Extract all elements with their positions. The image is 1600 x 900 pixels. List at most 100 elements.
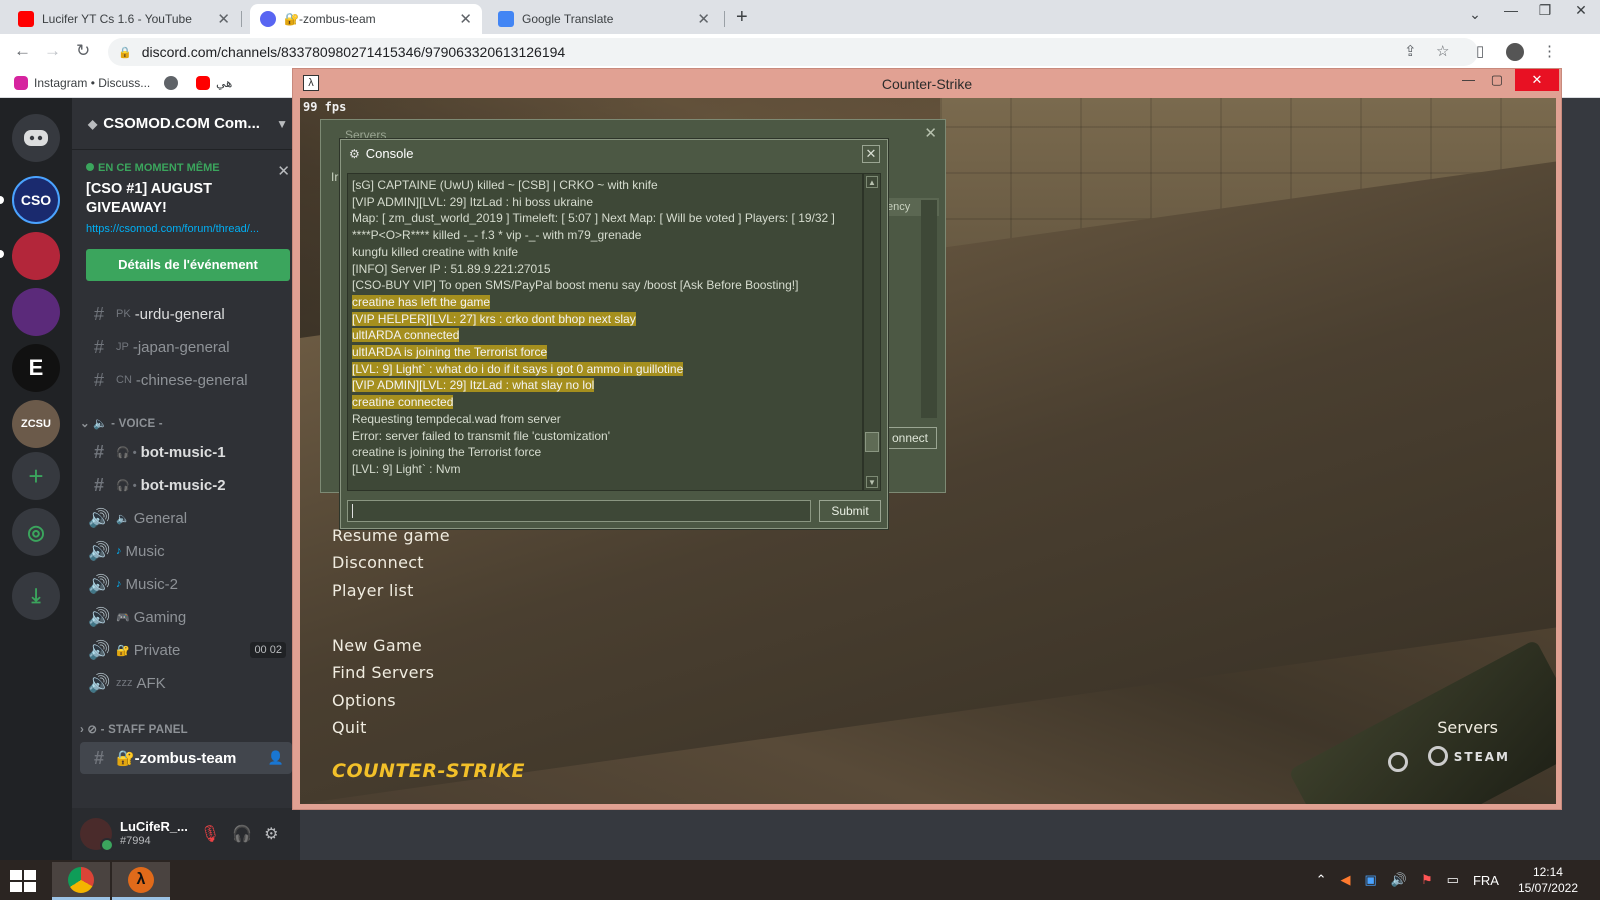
download-apps-icon[interactable]: ⤓	[12, 572, 60, 620]
tab-separator	[724, 11, 725, 27]
add-server-icon[interactable]: +	[12, 452, 60, 500]
tab-separator	[241, 11, 242, 27]
menu-player-list[interactable]: Player list	[332, 581, 414, 600]
menu-find-servers[interactable]: Find Servers	[332, 663, 434, 682]
close-icon[interactable]: ✕	[697, 10, 710, 28]
explore-compass-icon[interactable]: ◎	[12, 508, 60, 556]
close-icon[interactable]: ✕	[277, 162, 290, 180]
close-window-button[interactable]: ✕	[1566, 2, 1596, 19]
new-tab-button[interactable]: +	[736, 6, 748, 29]
side-panel-icon[interactable]: ▯	[1476, 42, 1484, 60]
headphones-icon[interactable]: 🎧	[232, 824, 252, 844]
tab-google-translate[interactable]: Google Translate ✕	[488, 4, 720, 34]
bookmark-instagram[interactable]: Instagram • Discuss...	[14, 76, 150, 90]
servers-tab[interactable]: Ir	[331, 170, 338, 184]
scroll-down-icon[interactable]: ▼	[866, 476, 878, 488]
knife-viewmodel	[1288, 639, 1556, 804]
close-icon[interactable]: ✕	[459, 10, 472, 28]
voice-channel-gaming[interactable]: 🔊 🎮 Gaming	[80, 601, 292, 633]
gear-icon[interactable]: ⚙	[264, 824, 278, 844]
close-window-button[interactable]: ✕	[1515, 69, 1559, 91]
menu-disconnect[interactable]: Disconnect	[332, 553, 424, 572]
minimize-button[interactable]: —	[1462, 72, 1475, 87]
show-hidden-icons-icon[interactable]: ⌃	[1316, 872, 1327, 888]
translate-icon	[498, 11, 514, 27]
add-member-icon[interactable]: 👤	[268, 750, 284, 766]
category-voice[interactable]: ⌄ 🔈 - VOICE -	[80, 416, 163, 430]
bookmark-globe[interactable]	[164, 76, 178, 90]
cs-title-bar[interactable]: λ Counter-Strike — ▢ ✕	[293, 69, 1561, 98]
voice-channel-afk[interactable]: 🔊 zzz AFK	[80, 667, 292, 699]
language-indicator[interactable]: FRA	[1473, 873, 1499, 888]
server-cso[interactable]: CSO	[12, 176, 60, 224]
hashtag-icon: #	[93, 369, 104, 390]
menu-options[interactable]: Options	[332, 691, 396, 710]
tab-search-icon[interactable]: ⌄	[1460, 6, 1490, 23]
servers-status-label[interactable]: Servers	[1437, 718, 1498, 737]
taskbar-counter-strike[interactable]: λ	[112, 862, 170, 900]
console-line-text: ultIARDA is joining the Terrorist force	[352, 345, 548, 360]
discord-home-icon[interactable]	[12, 114, 60, 162]
mute-mic-icon[interactable]: 🎙	[200, 824, 220, 844]
menu-kebab-icon[interactable]: ⋮	[1542, 42, 1557, 60]
clock[interactable]: 12:14 15/07/2022	[1518, 864, 1578, 896]
volume-icon[interactable]: 🔊	[1391, 872, 1407, 888]
avast-icon[interactable]: ◀	[1341, 872, 1351, 888]
console-line: Error: server failed to transmit file 'c…	[352, 428, 858, 445]
bookmark-star-icon[interactable]: ☆	[1436, 42, 1449, 60]
server-purple[interactable]	[12, 288, 60, 336]
channel-bot-music-2[interactable]: # 🎧 • bot-music-2	[80, 469, 292, 501]
channel-zombus-team[interactable]: # 🔐-zombus-team 👤	[80, 742, 292, 774]
console-command-input[interactable]	[347, 500, 811, 522]
reload-icon[interactable]: ↻	[76, 41, 90, 61]
voice-channel-music-2[interactable]: 🔊 ♪ Music-2	[80, 568, 292, 600]
server-zcsu[interactable]: ZCSU	[12, 400, 60, 448]
tab-youtube[interactable]: Lucifer YT Cs 1.6 - YouTube ✕	[8, 4, 240, 34]
voice-channel-general[interactable]: 🔊 🔈 General	[80, 502, 292, 534]
network-icon[interactable]: ▭	[1447, 872, 1459, 888]
network-app-icon[interactable]: ▣	[1365, 872, 1377, 888]
menu-new-game[interactable]: New Game	[332, 636, 422, 655]
voice-channel-music[interactable]: 🔊 ♪ Music	[80, 535, 292, 567]
event-link[interactable]: https://csomod.com/forum/thread/...	[86, 223, 290, 235]
address-bar[interactable]: 🔒 discord.com/channels/83378098027141534…	[108, 38, 1478, 66]
restore-button[interactable]: ❐	[1530, 2, 1560, 19]
guild-header[interactable]: ◆ CSOMOD.COM Com... ▼	[72, 98, 300, 150]
headphones-icon: 🎧 •	[116, 446, 137, 459]
channel-bot-music-1[interactable]: # 🎧 • bot-music-1	[80, 436, 292, 468]
forward-icon[interactable]: →	[44, 41, 61, 61]
scroll-up-icon[interactable]: ▲	[866, 176, 878, 188]
tab-discord[interactable]: 🔐-zombus-team ✕	[250, 4, 482, 34]
channel-prefix: CN	[116, 374, 132, 386]
share-icon[interactable]: ⇪	[1404, 42, 1417, 60]
close-icon[interactable]: ✕	[924, 124, 937, 142]
bookmark-youtube[interactable]: هي	[196, 76, 232, 90]
voice-channel-private[interactable]: 🔊 🔐 Private 00 02	[80, 634, 292, 666]
bookmark-label: Instagram • Discuss...	[34, 76, 151, 90]
taskbar-chrome[interactable]	[52, 862, 110, 900]
avatar[interactable]	[80, 818, 114, 852]
action-center-flag-icon[interactable]: ⚑	[1421, 872, 1433, 888]
maximize-button[interactable]: ▢	[1491, 72, 1503, 88]
servers-scrollbar[interactable]	[921, 200, 937, 418]
close-icon[interactable]: ✕	[862, 145, 880, 163]
windows-start-icon[interactable]	[10, 870, 36, 892]
profile-avatar-icon[interactable]	[1506, 43, 1524, 61]
menu-quit[interactable]: Quit	[332, 718, 367, 737]
console-submit-button[interactable]: Submit	[819, 500, 881, 522]
server-e[interactable]: E	[12, 344, 60, 392]
category-staff-panel[interactable]: › ⊘ - STAFF PANEL	[80, 722, 188, 736]
minimize-button[interactable]: —	[1496, 2, 1526, 18]
console-scrollbar[interactable]: ▲ ▼	[863, 173, 881, 491]
console-title-bar[interactable]: ⚙ Console	[349, 146, 413, 161]
close-icon[interactable]: ✕	[217, 10, 230, 28]
lock-key-icon: 🔐	[116, 644, 130, 657]
channel-urdu-general[interactable]: # PK -urdu-general	[80, 298, 292, 330]
console-line: [INFO] Server IP : 51.89.9.221:27015	[352, 261, 858, 278]
scroll-thumb[interactable]	[865, 432, 879, 452]
channel-chinese-general[interactable]: # CN -chinese-general	[80, 364, 292, 396]
event-details-button[interactable]: Détails de l'événement	[86, 249, 290, 281]
channel-japan-general[interactable]: # JP -japan-general	[80, 331, 292, 363]
back-icon[interactable]: ←	[14, 41, 31, 61]
server-anime[interactable]	[12, 232, 60, 280]
